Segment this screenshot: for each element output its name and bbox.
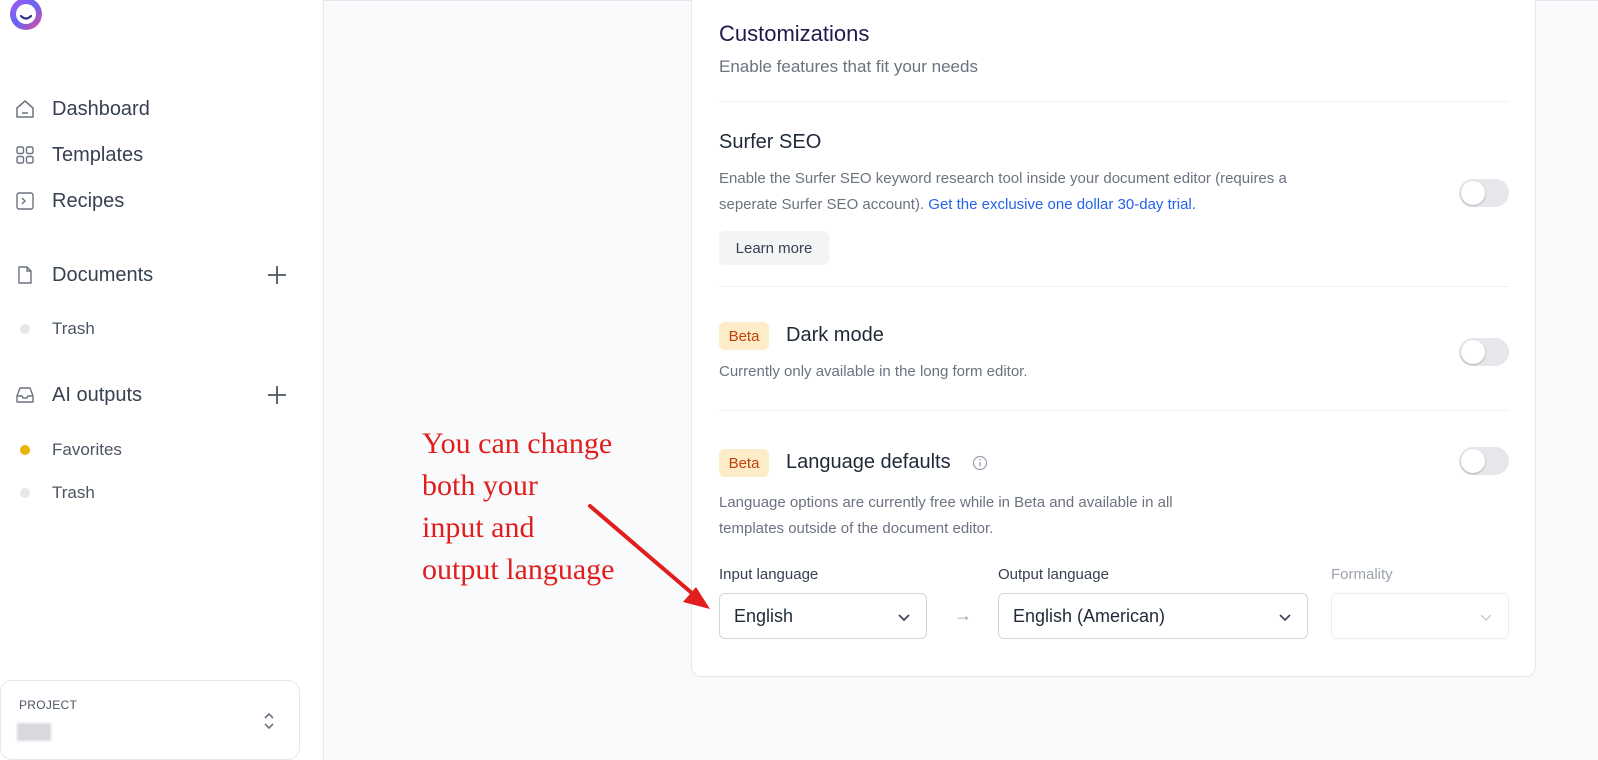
surfer-trial-link[interactable]: Get the exclusive one dollar 30-day tria… xyxy=(928,196,1196,213)
annotation-line: both your xyxy=(422,469,538,502)
status-dot xyxy=(20,445,30,455)
section-label: Documents xyxy=(52,263,154,286)
sidebar-item-templates[interactable]: Templates xyxy=(14,140,143,170)
project-selector[interactable]: PROJECT xyxy=(0,680,300,760)
chevron-down-icon xyxy=(898,614,910,622)
info-icon[interactable] xyxy=(972,455,988,471)
dark-mode-toggle[interactable] xyxy=(1459,338,1509,366)
sidebar-item-dashboard[interactable]: Dashboard xyxy=(14,94,150,124)
language-defaults-title: Language defaults xyxy=(786,451,951,473)
dark-mode-title: Dark mode xyxy=(786,324,884,346)
language-desc-line1: Language options are currently free whil… xyxy=(719,494,1173,511)
sidebar-item-favorites[interactable]: Favorites xyxy=(20,437,122,463)
sidebar-item-label: Favorites xyxy=(52,440,122,459)
status-dot xyxy=(20,324,30,334)
sidebar-item-documents-trash[interactable]: Trash xyxy=(20,316,95,342)
chevron-down-icon xyxy=(1480,614,1492,621)
divider xyxy=(719,286,1509,287)
sidebar-item-label: Recipes xyxy=(52,189,125,212)
toggle-knob xyxy=(1461,449,1485,473)
surfer-desc-line1: Enable the Surfer SEO keyword research t… xyxy=(719,170,1287,187)
surfer-seo-toggle[interactable] xyxy=(1459,179,1509,207)
home-icon xyxy=(14,98,36,120)
annotation-arrow-icon xyxy=(588,504,710,609)
sidebar-item-label: Trash xyxy=(52,483,95,502)
grid-icon xyxy=(14,144,36,166)
sidebar-item-recipes[interactable]: Recipes xyxy=(14,186,124,216)
add-document-button[interactable] xyxy=(264,262,290,288)
customizations-card: Customizations Enable features that fit … xyxy=(691,0,1536,677)
sidebar-section-ai-outputs[interactable]: AI outputs xyxy=(14,380,290,410)
surfer-seo-title: Surfer SEO xyxy=(719,131,822,153)
app-logo-icon[interactable] xyxy=(4,0,46,34)
formality-label: Formality xyxy=(1331,566,1393,583)
divider xyxy=(719,101,1509,102)
input-language-value: English xyxy=(734,605,794,626)
terminal-icon xyxy=(14,190,36,212)
chevron-down-icon xyxy=(1279,614,1291,622)
divider xyxy=(719,410,1509,411)
sidebar-item-ai-trash[interactable]: Trash xyxy=(20,480,95,506)
beta-badge: Beta xyxy=(719,449,769,477)
learn-more-button[interactable]: Learn more xyxy=(719,231,829,265)
page-subtitle: Enable features that fit your needs xyxy=(719,57,978,76)
sidebar-item-label: Dashboard xyxy=(52,97,150,120)
sidebar-section-documents[interactable]: Documents xyxy=(14,260,290,290)
sidebar-item-label: Trash xyxy=(52,319,95,338)
output-language-label: Output language xyxy=(998,566,1109,583)
page-title: Customizations xyxy=(719,21,870,46)
annotation-line: input and xyxy=(422,511,535,544)
output-language-select[interactable]: English (American) xyxy=(998,593,1308,639)
inbox-icon xyxy=(14,384,36,406)
section-label: AI outputs xyxy=(52,383,143,406)
sidebar-item-label: Templates xyxy=(52,143,144,166)
surfer-desc-line2: seperate Surfer SEO account). xyxy=(719,196,925,213)
formality-select[interactable] xyxy=(1331,593,1509,639)
project-name-redacted xyxy=(17,723,51,741)
add-ai-output-button[interactable] xyxy=(264,382,290,408)
beta-badge: Beta xyxy=(719,322,769,350)
annotation-line: You can change xyxy=(422,427,613,460)
dark-mode-description: Currently only available in the long for… xyxy=(719,363,1028,380)
arrow-right-icon: → xyxy=(954,605,972,625)
input-language-select[interactable]: English xyxy=(719,593,927,639)
output-language-value: English (American) xyxy=(1013,605,1166,626)
project-label: PROJECT xyxy=(19,698,78,712)
language-defaults-description: Language options are currently free whil… xyxy=(719,490,1279,542)
status-dot xyxy=(20,488,30,498)
language-defaults-toggle[interactable] xyxy=(1459,447,1509,475)
language-desc-line2: templates outside of the document editor… xyxy=(719,520,994,537)
sidebar: Dashboard Templates Recipes Documents Tr… xyxy=(0,0,324,760)
surfer-seo-description: Enable the Surfer SEO keyword research t… xyxy=(719,166,1359,218)
chevron-up-down-icon xyxy=(264,712,274,730)
toggle-knob xyxy=(1461,181,1485,205)
toggle-knob xyxy=(1461,340,1485,364)
input-language-label: Input language xyxy=(719,566,819,583)
document-icon xyxy=(14,264,36,286)
